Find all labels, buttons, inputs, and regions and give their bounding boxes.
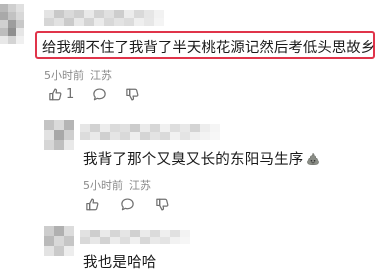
reply-location: 江苏 — [129, 179, 151, 192]
poop-emoji-icon — [306, 152, 319, 165]
thumbs-up-icon — [86, 198, 99, 211]
thumbs-down-icon — [156, 198, 169, 211]
blurred-username[interactable] — [80, 230, 190, 244]
blurred-avatar[interactable] — [44, 120, 74, 150]
reply-button[interactable] — [120, 197, 135, 212]
comment-meta: 5小时前 江苏 — [44, 67, 112, 83]
reply-text-content: 我背了那个又臭又长的东阳马生序 — [83, 152, 304, 168]
comment-actions: 1 — [48, 87, 140, 102]
blurred-username[interactable] — [44, 10, 164, 26]
like-button[interactable] — [85, 197, 100, 212]
reply-text: 我也是哈哈 — [83, 255, 157, 271]
reply-button[interactable] — [92, 87, 107, 102]
reply-meta: 5小时前 江苏 — [83, 177, 151, 193]
reply-actions — [85, 197, 170, 212]
comment-text: 给我绷不住了我背了半天桃花源记然后考低头思故乡 — [42, 40, 376, 56]
blurred-avatar[interactable] — [0, 4, 24, 44]
thumbs-up-icon — [49, 88, 62, 101]
dislike-button[interactable] — [155, 197, 170, 212]
reply-time: 5小时前 — [83, 179, 123, 192]
blurred-username[interactable] — [80, 124, 220, 140]
comment-time: 5小时前 — [44, 69, 84, 82]
comment-bubble-icon — [93, 88, 107, 101]
dislike-button[interactable] — [125, 87, 140, 102]
like-count: 1 — [66, 87, 75, 102]
comment-location: 江苏 — [90, 69, 112, 82]
like-button[interactable]: 1 — [48, 87, 74, 102]
reply-text: 我背了那个又臭又长的东阳马生序 — [83, 148, 320, 169]
blurred-avatar[interactable] — [44, 226, 74, 256]
thumbs-down-icon — [126, 88, 139, 101]
comment-bubble-icon — [121, 198, 134, 211]
